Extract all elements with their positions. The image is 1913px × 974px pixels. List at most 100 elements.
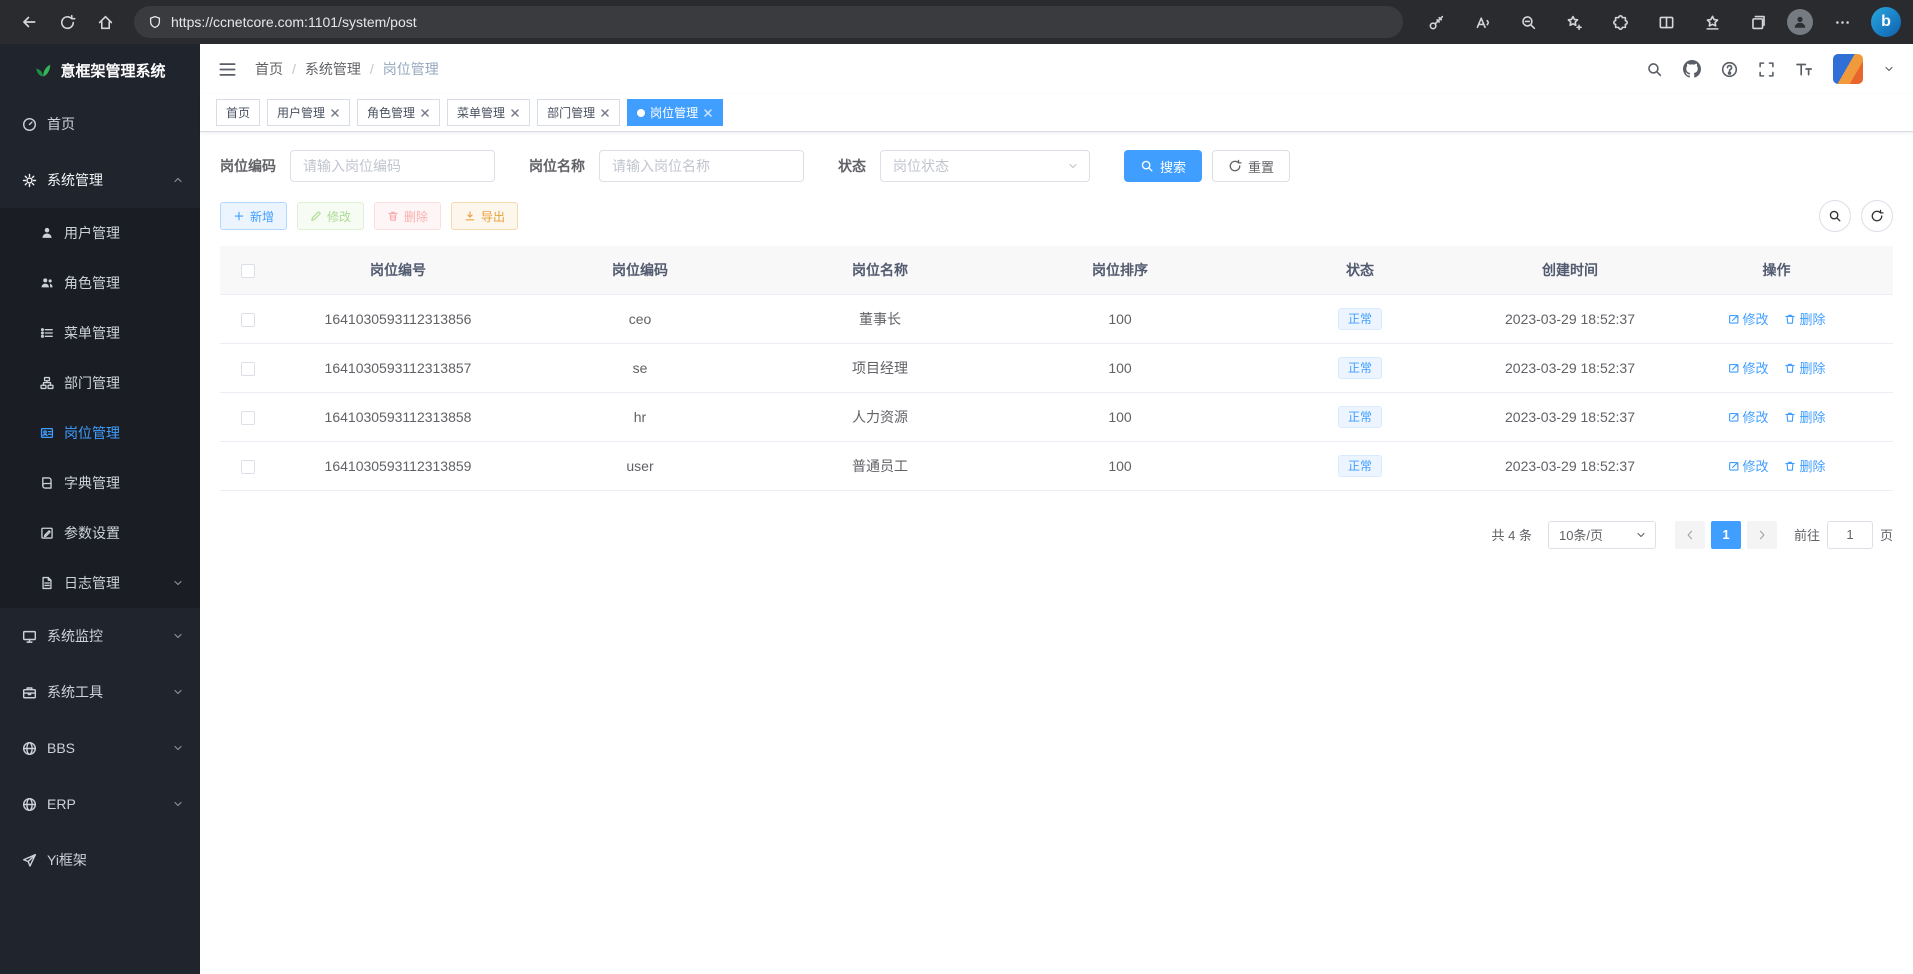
address-bar[interactable]: https://ccnetcore.com:1101/system/post (134, 6, 1403, 38)
tab-menu-management[interactable]: 菜单管理 (447, 99, 530, 126)
row-delete-button[interactable]: 删除 (1784, 456, 1825, 475)
row-checkbox[interactable] (241, 313, 255, 327)
page-size-select[interactable]: 10条/页 (1548, 521, 1656, 549)
breadcrumb-item[interactable]: 首页 (255, 59, 283, 79)
fullscreen-button[interactable] (1758, 61, 1775, 78)
profile-avatar[interactable] (1787, 9, 1813, 35)
next-page-button[interactable] (1747, 521, 1777, 549)
sidebar-item-department-management[interactable]: 部门管理 (0, 358, 200, 408)
password-key-button[interactable] (1419, 5, 1453, 39)
sidebar-item-menu-management[interactable]: 菜单管理 (0, 308, 200, 358)
sidebar-item-system-monitoring[interactable]: 系统监控 (0, 608, 200, 664)
tab-user-management[interactable]: 用户管理 (267, 99, 350, 126)
tab-label: 用户管理 (277, 104, 325, 121)
sidebar-item-post-management[interactable]: 岗位管理 (0, 408, 200, 458)
user-avatar[interactable] (1833, 54, 1863, 84)
sidebar-item-dictionary-management[interactable]: 字典管理 (0, 458, 200, 508)
row-delete-button[interactable]: 删除 (1784, 358, 1825, 377)
split-screen-icon (1658, 14, 1675, 31)
collapse-sidebar-button[interactable] (218, 60, 237, 79)
read-aloud-button[interactable] (1465, 5, 1499, 39)
caret-down-icon[interactable] (1883, 63, 1895, 75)
row-edit-button[interactable]: 修改 (1728, 358, 1769, 377)
read-aloud-icon (1474, 14, 1491, 31)
sidebar-item-label: 参数设置 (64, 523, 120, 543)
header-search-button[interactable] (1646, 61, 1663, 78)
font-size-button[interactable] (1795, 60, 1813, 78)
id-badge-icon (40, 426, 54, 440)
sidebar-item-label: BBS (47, 740, 75, 756)
row-checkbox[interactable] (241, 411, 255, 425)
bing-sidebar-button[interactable]: b (1871, 7, 1901, 37)
close-tab-icon[interactable] (420, 108, 430, 118)
chevron-down-icon (1635, 529, 1647, 541)
person-icon (1792, 14, 1808, 30)
tab-home[interactable]: 首页 (216, 99, 260, 126)
row-checkbox[interactable] (241, 460, 255, 474)
tab-department-management[interactable]: 部门管理 (537, 99, 620, 126)
sidebar-item-label: 用户管理 (64, 223, 120, 243)
sidebar-item-parameter-settings[interactable]: 参数设置 (0, 508, 200, 558)
trash-icon (387, 210, 399, 222)
sidebar-item-system-management[interactable]: 系统管理 (0, 152, 200, 208)
row-edit-button[interactable]: 修改 (1728, 407, 1769, 426)
row-checkbox[interactable] (241, 362, 255, 376)
delete-button[interactable]: 删除 (374, 202, 441, 230)
cell-post-code: user (520, 441, 760, 490)
tab-role-management[interactable]: 角色管理 (357, 99, 440, 126)
search-button[interactable]: 搜索 (1124, 150, 1202, 182)
sidebar-item-label: 字典管理 (64, 473, 120, 493)
post-code-input[interactable] (290, 150, 495, 182)
breadcrumb-separator: / (292, 61, 296, 77)
status-select[interactable]: 岗位状态 (880, 150, 1090, 182)
tab-post-management[interactable]: 岗位管理 (627, 99, 723, 126)
select-all-checkbox[interactable] (241, 264, 255, 278)
close-tab-icon[interactable] (510, 108, 520, 118)
sidebar-item-system-tools[interactable]: 系统工具 (0, 664, 200, 720)
goto-page-input[interactable] (1827, 521, 1873, 549)
export-button[interactable]: 导出 (451, 202, 518, 230)
row-edit-button[interactable]: 修改 (1728, 456, 1769, 475)
table-row: 1641030593112313857 se 项目经理 100 正常 2023-… (220, 343, 1893, 392)
app-logo[interactable]: 意框架管理系统 (0, 44, 200, 96)
favorites-button[interactable] (1695, 5, 1729, 39)
sidebar-item-yi-framework[interactable]: Yi框架 (0, 832, 200, 888)
collections-button[interactable] (1741, 5, 1775, 39)
tab-label: 岗位管理 (650, 104, 698, 121)
refresh-table-button[interactable] (1861, 200, 1893, 232)
close-tab-icon[interactable] (703, 108, 713, 118)
sidebar-item-log-management[interactable]: 日志管理 (0, 558, 200, 608)
toggle-search-button[interactable] (1819, 200, 1851, 232)
split-screen-button[interactable] (1649, 5, 1683, 39)
row-delete-button[interactable]: 删除 (1784, 407, 1825, 426)
sidebar-item-role-management[interactable]: 角色管理 (0, 258, 200, 308)
refresh-button[interactable] (50, 5, 84, 39)
help-button[interactable] (1721, 61, 1738, 78)
prev-page-button[interactable] (1675, 521, 1705, 549)
more-options-button[interactable] (1825, 5, 1859, 39)
sidebar-item-bbs[interactable]: BBS (0, 720, 200, 776)
zoom-button[interactable] (1511, 5, 1545, 39)
post-name-input[interactable] (599, 150, 804, 182)
sidebar-item-erp[interactable]: ERP (0, 776, 200, 832)
extensions-button[interactable] (1603, 5, 1637, 39)
filter-status: 状态 岗位状态 (838, 150, 1090, 182)
close-tab-icon[interactable] (330, 108, 340, 118)
close-tab-icon[interactable] (600, 108, 610, 118)
sidebar-item-home[interactable]: 首页 (0, 96, 200, 152)
sidebar-item-user-management[interactable]: 用户管理 (0, 208, 200, 258)
github-button[interactable] (1683, 60, 1701, 78)
back-button[interactable] (12, 5, 46, 39)
modify-button[interactable]: 修改 (297, 202, 364, 230)
breadcrumb-item[interactable]: 系统管理 (305, 59, 361, 79)
row-edit-button[interactable]: 修改 (1728, 309, 1769, 328)
page-number-button[interactable]: 1 (1711, 521, 1741, 549)
plus-icon (233, 210, 245, 222)
row-delete-button[interactable]: 删除 (1784, 309, 1825, 328)
trash-icon (1784, 460, 1796, 472)
reset-button[interactable]: 重置 (1212, 150, 1290, 182)
add-favorite-button[interactable] (1557, 5, 1591, 39)
home-button[interactable] (88, 5, 122, 39)
add-button[interactable]: 新增 (220, 202, 287, 230)
url-text: https://ccnetcore.com:1101/system/post (171, 14, 417, 30)
